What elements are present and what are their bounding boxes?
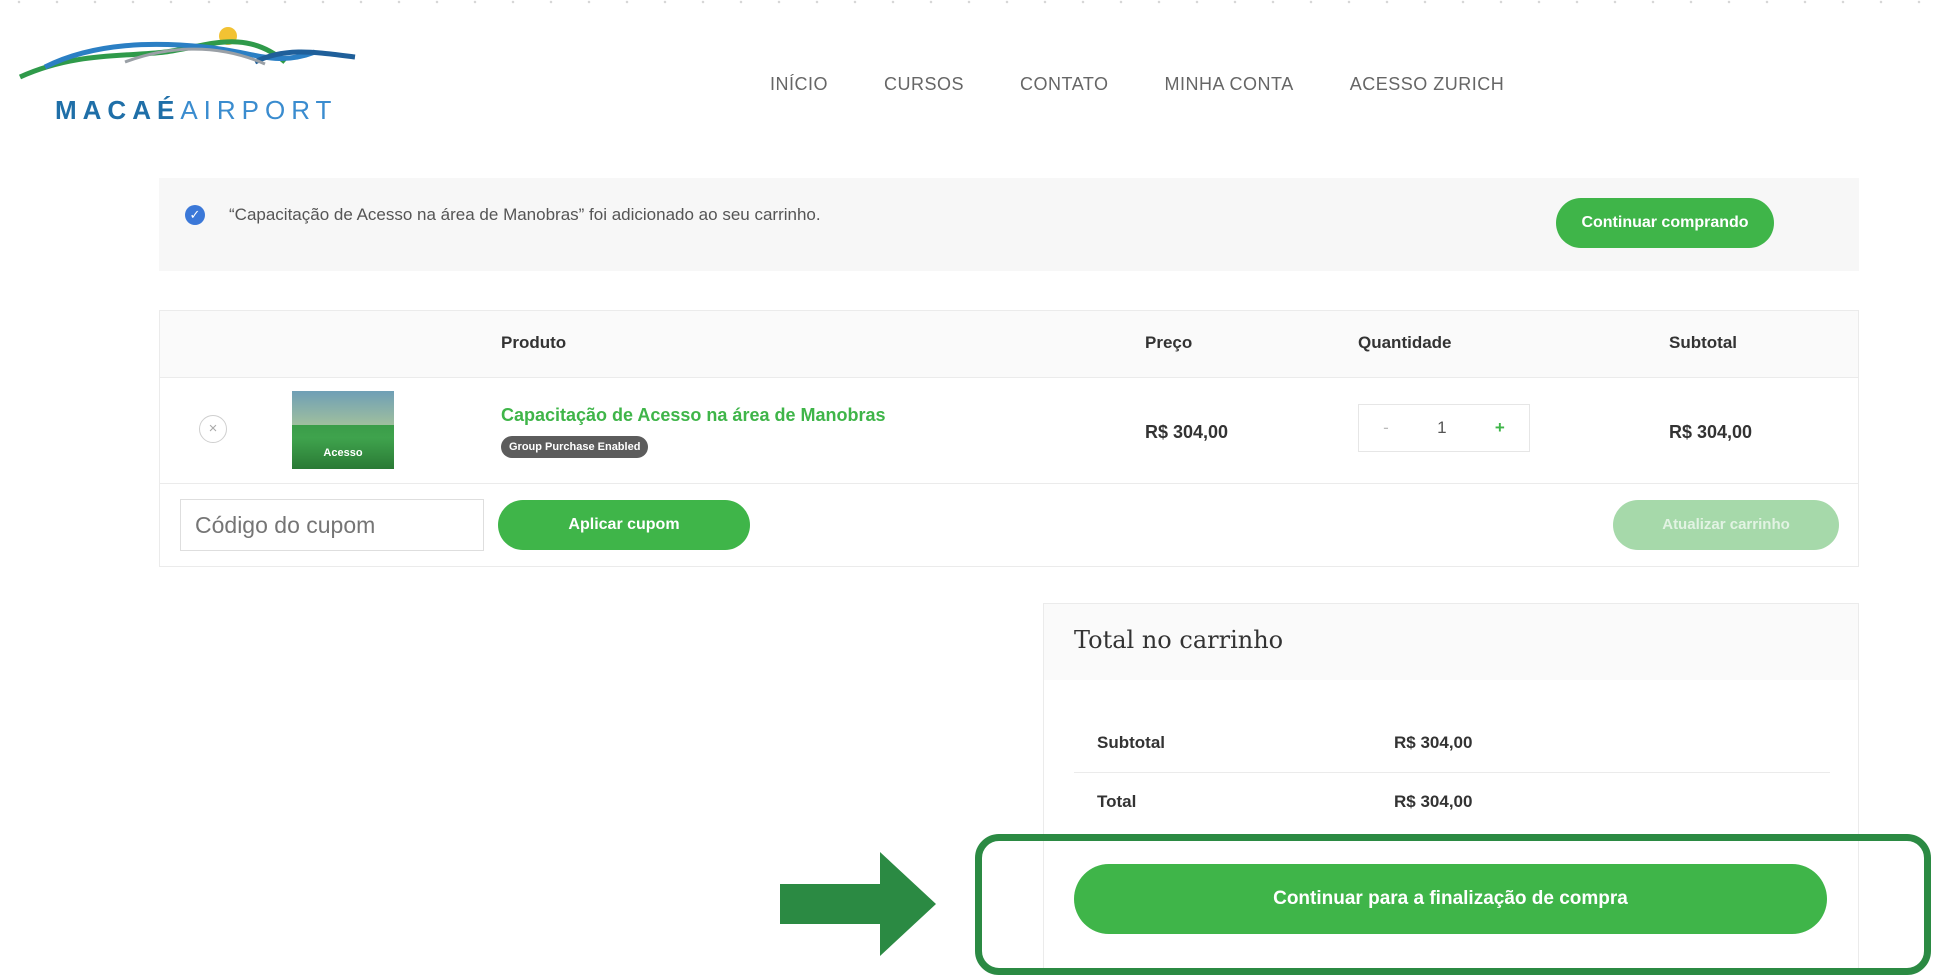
column-header-price: Preço <box>1145 333 1193 352</box>
product-name-link[interactable]: Capacitação de Acesso na área de Manobra… <box>501 405 886 426</box>
logo-text-light: AIRPORT <box>180 95 338 125</box>
top-dotted-divider <box>0 0 1939 4</box>
item-price: R$ 304,00 <box>1145 422 1229 442</box>
cart-table-header: Produto Preço Quantidade Subtotal <box>160 311 1858 378</box>
item-subtotal: R$ 304,00 <box>1669 422 1753 442</box>
column-header-product: Produto <box>501 333 567 352</box>
logo-wave-icon <box>18 27 356 80</box>
column-header-quantity: Quantidade <box>1358 333 1452 352</box>
quantity-increase-button[interactable]: + <box>1495 418 1505 438</box>
notice-message: “Capacitação de Acesso na área de Manobr… <box>229 205 821 224</box>
nav-inicio[interactable]: INÍCIO <box>770 74 828 95</box>
apply-coupon-button[interactable]: Aplicar cupom <box>498 500 750 550</box>
column-header-subtotal: Subtotal <box>1669 333 1737 352</box>
total-value: R$ 304,00 <box>1394 792 1473 811</box>
quantity-decrease-button[interactable]: - <box>1383 418 1389 438</box>
logo-text-bold: MACAÉ <box>55 95 181 125</box>
nav-minha-conta[interactable]: MINHA CONTA <box>1165 74 1294 95</box>
nav-acesso-zurich[interactable]: ACESSO ZURICH <box>1350 74 1505 95</box>
main-nav: INÍCIO CURSOS CONTATO MINHA CONTA ACESSO… <box>770 74 1560 95</box>
thumbnail-caption: Acesso <box>323 447 363 459</box>
nav-cursos[interactable]: CURSOS <box>884 74 964 95</box>
macae-airport-logo[interactable]: MACAÉAIRPORT <box>15 22 375 132</box>
subtotal-value: R$ 304,00 <box>1394 733 1473 752</box>
total-label: Total <box>1097 792 1137 811</box>
remove-item-icon[interactable]: × <box>199 415 227 443</box>
cart-totals-title: Total no carrinho <box>1074 626 1284 654</box>
group-purchase-badge: Group Purchase Enabled <box>501 436 649 458</box>
quantity-stepper: - 1 + <box>1358 404 1530 452</box>
update-cart-button[interactable]: Atualizar carrinho <box>1613 500 1839 550</box>
totals-divider <box>1074 772 1830 773</box>
cart-added-notice: ✓ “Capacitação de Acesso na área de Mano… <box>159 178 1859 271</box>
arrow-right-icon <box>780 852 936 956</box>
row-divider <box>160 483 1858 484</box>
cart-totals-header: Total no carrinho <box>1044 604 1858 680</box>
logo-text: MACAÉAIRPORT <box>55 95 337 126</box>
quantity-value[interactable]: 1 <box>1437 418 1446 438</box>
cart-table: Produto Preço Quantidade Subtotal × Aces… <box>159 310 1859 567</box>
check-circle-icon: ✓ <box>185 205 205 225</box>
checkout-highlight-frame <box>975 834 1931 975</box>
continue-shopping-button[interactable]: Continuar comprando <box>1556 198 1774 248</box>
nav-contato[interactable]: CONTATO <box>1020 74 1109 95</box>
product-thumbnail[interactable]: Acesso <box>292 391 394 469</box>
subtotal-label: Subtotal <box>1097 733 1165 752</box>
coupon-code-input[interactable] <box>180 499 484 551</box>
thumbnail-sky <box>292 391 394 425</box>
